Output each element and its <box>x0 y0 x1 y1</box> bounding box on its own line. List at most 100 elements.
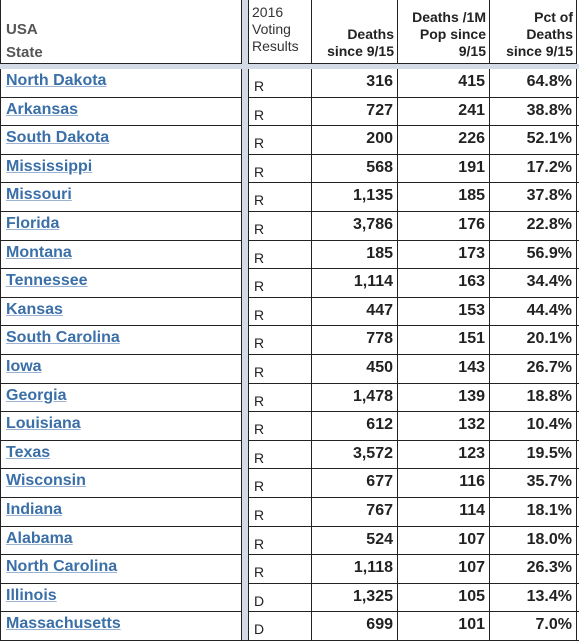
cell-pct-deaths[interactable]: 64.8% <box>490 69 577 97</box>
cell-deaths[interactable]: 3,786 <box>312 211 398 240</box>
state-link[interactable]: Illinois <box>6 587 57 604</box>
cell-deaths-per-million[interactable]: 143 <box>398 354 490 383</box>
cell-deaths[interactable]: 778 <box>312 326 398 354</box>
state-link[interactable]: Mississippi <box>6 158 92 175</box>
cell-vote[interactable]: R <box>248 383 312 412</box>
cell-pct-deaths[interactable]: 26.7% <box>490 354 577 383</box>
cell-vote[interactable]: R <box>248 154 312 183</box>
cell-deaths[interactable]: 200 <box>312 126 398 154</box>
cell-state[interactable]: Wisconsin <box>0 469 242 497</box>
cell-pct-deaths[interactable]: 19.5% <box>490 440 577 469</box>
cell-deaths-per-million[interactable]: 415 <box>398 69 490 97</box>
cell-pct-deaths[interactable]: 44.4% <box>490 297 577 326</box>
cell-state[interactable]: Arkansas <box>0 97 242 126</box>
state-link[interactable]: Missouri <box>6 186 72 203</box>
state-link[interactable]: Texas <box>6 444 50 461</box>
cell-state[interactable]: North Dakota <box>0 69 242 97</box>
cell-vote[interactable]: R <box>248 440 312 469</box>
cell-pct-deaths[interactable]: 20.1% <box>490 326 577 354</box>
state-link[interactable]: North Carolina <box>6 558 117 575</box>
cell-deaths[interactable]: 3,572 <box>312 440 398 469</box>
state-link[interactable]: Massachusetts <box>6 615 121 632</box>
state-link[interactable]: Montana <box>6 244 72 261</box>
cell-deaths-per-million[interactable]: 173 <box>398 240 490 269</box>
state-link[interactable]: Kansas <box>6 301 63 318</box>
cell-vote[interactable]: R <box>248 326 312 354</box>
state-link[interactable]: Indiana <box>6 501 62 518</box>
state-link[interactable]: Iowa <box>6 358 42 375</box>
cell-vote[interactable]: R <box>248 269 312 297</box>
cell-vote[interactable]: R <box>248 97 312 126</box>
cell-state[interactable]: Massachusetts <box>0 612 242 640</box>
cell-state[interactable]: Alabama <box>0 526 242 555</box>
cell-pct-deaths[interactable]: 38.8% <box>490 97 577 126</box>
cell-pct-deaths[interactable]: 35.7% <box>490 469 577 497</box>
cell-deaths[interactable]: 1,325 <box>312 583 398 612</box>
state-link[interactable]: Louisiana <box>6 415 81 432</box>
cell-vote[interactable]: R <box>248 497 312 526</box>
cell-deaths-per-million[interactable]: 153 <box>398 297 490 326</box>
cell-deaths-per-million[interactable]: 176 <box>398 211 490 240</box>
cell-vote[interactable]: R <box>248 354 312 383</box>
cell-state[interactable]: Illinois <box>0 583 242 612</box>
state-link[interactable]: Wisconsin <box>6 472 86 489</box>
cell-state[interactable]: Florida <box>0 211 242 240</box>
cell-vote[interactable]: R <box>248 412 312 440</box>
cell-vote[interactable]: D <box>248 583 312 612</box>
cell-deaths[interactable]: 1,135 <box>312 183 398 211</box>
cell-deaths-per-million[interactable]: 116 <box>398 469 490 497</box>
cell-pct-deaths[interactable]: 56.9% <box>490 240 577 269</box>
cell-deaths[interactable]: 612 <box>312 412 398 440</box>
cell-deaths-per-million[interactable]: 163 <box>398 269 490 297</box>
cell-vote[interactable]: R <box>248 555 312 583</box>
cell-vote[interactable]: R <box>248 469 312 497</box>
state-link[interactable]: Florida <box>6 215 59 232</box>
state-link[interactable]: Arkansas <box>6 101 78 118</box>
cell-deaths[interactable]: 447 <box>312 297 398 326</box>
cell-pct-deaths[interactable]: 18.0% <box>490 526 577 555</box>
cell-deaths-per-million[interactable]: 101 <box>398 612 490 640</box>
cell-deaths-per-million[interactable]: 191 <box>398 154 490 183</box>
cell-deaths-per-million[interactable]: 114 <box>398 497 490 526</box>
frozen-row-divider[interactable] <box>0 64 579 69</box>
state-link[interactable]: Alabama <box>6 530 73 547</box>
cell-deaths-per-million[interactable]: 151 <box>398 326 490 354</box>
cell-deaths-per-million[interactable]: 241 <box>398 97 490 126</box>
cell-state[interactable]: Georgia <box>0 383 242 412</box>
cell-state[interactable]: Montana <box>0 240 242 269</box>
cell-state[interactable]: Texas <box>0 440 242 469</box>
cell-deaths[interactable]: 185 <box>312 240 398 269</box>
cell-deaths[interactable]: 568 <box>312 154 398 183</box>
cell-deaths-per-million[interactable]: 105 <box>398 583 490 612</box>
frozen-column-divider[interactable] <box>242 0 248 640</box>
cell-deaths-per-million[interactable]: 107 <box>398 555 490 583</box>
cell-pct-deaths[interactable]: 22.8% <box>490 211 577 240</box>
cell-state[interactable]: Mississippi <box>0 154 242 183</box>
cell-pct-deaths[interactable]: 13.4% <box>490 583 577 612</box>
cell-vote[interactable]: R <box>248 297 312 326</box>
cell-vote[interactable]: R <box>248 240 312 269</box>
cell-deaths[interactable]: 767 <box>312 497 398 526</box>
state-link[interactable]: Tennessee <box>6 272 88 289</box>
cell-vote[interactable]: R <box>248 126 312 154</box>
cell-pct-deaths[interactable]: 26.3% <box>490 555 577 583</box>
cell-deaths[interactable]: 677 <box>312 469 398 497</box>
cell-deaths[interactable]: 699 <box>312 612 398 640</box>
cell-vote[interactable]: D <box>248 612 312 640</box>
cell-pct-deaths[interactable]: 18.8% <box>490 383 577 412</box>
state-link[interactable]: South Carolina <box>6 329 120 346</box>
cell-pct-deaths[interactable]: 17.2% <box>490 154 577 183</box>
cell-vote[interactable]: R <box>248 183 312 211</box>
cell-deaths-per-million[interactable]: 226 <box>398 126 490 154</box>
cell-deaths-per-million[interactable]: 132 <box>398 412 490 440</box>
cell-pct-deaths[interactable]: 37.8% <box>490 183 577 211</box>
state-link[interactable]: North Dakota <box>6 72 106 89</box>
cell-deaths[interactable]: 1,114 <box>312 269 398 297</box>
cell-state[interactable]: Indiana <box>0 497 242 526</box>
cell-pct-deaths[interactable]: 18.1% <box>490 497 577 526</box>
cell-state[interactable]: Missouri <box>0 183 242 211</box>
cell-state[interactable]: Kansas <box>0 297 242 326</box>
cell-state[interactable]: South Carolina <box>0 326 242 354</box>
cell-state[interactable]: North Carolina <box>0 555 242 583</box>
state-link[interactable]: South Dakota <box>6 129 109 146</box>
